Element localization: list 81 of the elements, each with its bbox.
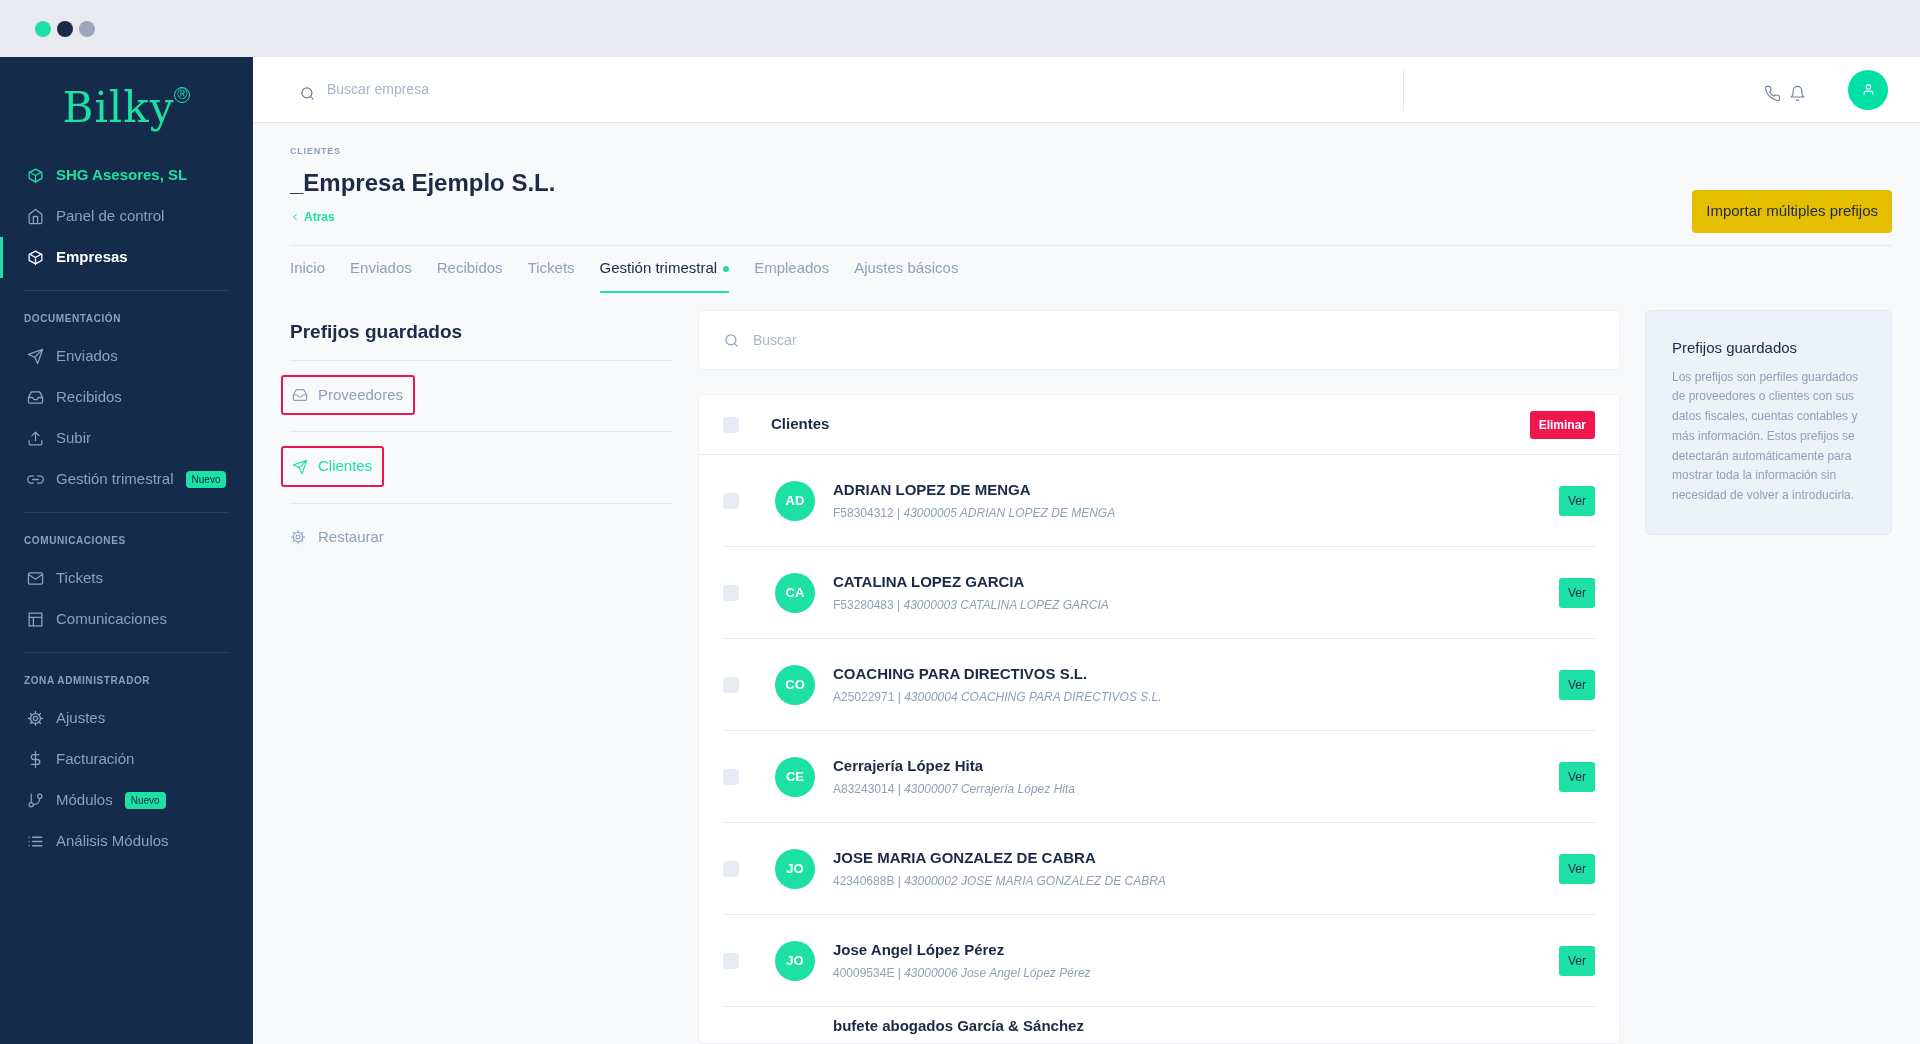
panel-description: Los prefijos son perfiles guardados de proveedores o clientes con sus datos fiscales, cuentas contables y más información. Estos prefijos se detectarán automáticamente para mostrar toda la información sin necesidad de volver a introducirla. — [1672, 368, 1860, 505]
sidebar-item[interactable]: Análisis Módulos — [0, 821, 253, 862]
sidebar-item[interactable]: Panel de control — [0, 196, 253, 237]
client-details: A83243014 | 43000007 Cerrajería López Hita — [833, 781, 1075, 799]
sidebar-item[interactable]: Empresas — [0, 237, 253, 278]
client-details: 40009534E | 43000006 Jose Angel López Pérez — [833, 965, 1091, 983]
sidebar-item[interactable]: Recibidos — [0, 377, 253, 418]
view-button[interactable]: Ver — [1559, 577, 1595, 608]
client-name: Cerrajería López Hita — [833, 755, 985, 776]
upload-icon — [27, 430, 44, 447]
client-name: bufete abogados García & Sánchez — [833, 1016, 1084, 1036]
settings-icon — [290, 529, 306, 546]
view-button[interactable]: Ver — [1559, 485, 1595, 516]
client-name: COACHING PARA DIRECTIVOS S.L. — [833, 663, 1089, 684]
client-name: ADRIAN LOPEZ DE MENGA — [833, 479, 1032, 500]
search-icon — [300, 86, 315, 102]
sidebar-item[interactable]: Enviados — [0, 336, 253, 377]
client-name: JOSE MARIA GONZALEZ DE CABRA — [833, 847, 1097, 868]
section-title: Prefijos guardados — [290, 321, 463, 342]
section-heading: ZONA ADMINISTRADOR — [24, 675, 151, 686]
section-heading: DOCUMENTACIÓN — [24, 313, 122, 324]
sidebar-item[interactable]: Ajustes — [0, 698, 253, 739]
client-details: 42340688B | 43000002 JOSE MARIA GONZALEZ DE CABRA — [833, 873, 1166, 891]
checkbox[interactable] — [723, 952, 739, 969]
client-name: Jose Angel López Pérez — [833, 939, 1006, 960]
sidebar-item[interactable]: Facturación — [0, 739, 253, 780]
window-control[interactable] — [57, 20, 73, 37]
cube-icon — [27, 249, 44, 266]
view-button[interactable]: Ver — [1559, 669, 1595, 700]
layout-icon — [27, 611, 44, 628]
client-name: CATALINA LOPEZ GARCIA — [833, 571, 1026, 592]
view-button[interactable]: Ver — [1559, 761, 1595, 792]
sidebar-item[interactable]: Tickets — [0, 558, 253, 599]
checkbox[interactable] — [723, 584, 739, 601]
user-avatar[interactable] — [1848, 69, 1888, 110]
checkbox[interactable] — [723, 676, 739, 693]
checkbox[interactable] — [723, 492, 739, 509]
search-icon — [724, 333, 739, 349]
new-badge: Nuevo — [185, 471, 227, 488]
delete-button[interactable]: Eliminar — [1529, 410, 1595, 439]
import-button[interactable]: Importar múltiples prefijos — [1692, 190, 1892, 233]
initials-avatar: CA — [775, 572, 815, 613]
chevron-left-icon — [290, 211, 300, 222]
branch-icon — [27, 792, 44, 809]
initials-avatar: JO — [775, 848, 815, 889]
mail-icon — [27, 570, 44, 587]
phone-icon — [1764, 85, 1781, 103]
client-details: F58304312 | 43000005 ADRIAN LOPEZ DE MENGA — [833, 505, 1116, 523]
initials-avatar: CE — [775, 756, 815, 797]
section-heading: COMUNICACIONES — [24, 535, 126, 546]
breadcrumb: CLIENTES — [290, 146, 341, 156]
cube-icon — [27, 167, 44, 184]
view-button[interactable]: Ver — [1559, 853, 1595, 884]
sidebar-item[interactable]: SHG Asesores, SL — [0, 155, 253, 196]
view-button[interactable]: Ver — [1559, 945, 1595, 976]
inbox-icon — [27, 389, 44, 406]
sidebar-item[interactable]: Gestión trimestral Nuevo — [0, 459, 253, 500]
checkbox[interactable] — [723, 416, 739, 433]
checkbox[interactable] — [723, 860, 739, 877]
page-title: _Empresa Ejemplo S.L. — [290, 168, 556, 196]
checkbox[interactable] — [723, 768, 739, 785]
new-badge: Nuevo — [124, 792, 166, 809]
list-heading: Clientes — [771, 414, 830, 435]
tab[interactable]: Gestión trimestral — [599, 245, 730, 293]
paper-plane-icon — [292, 458, 308, 475]
home-icon — [27, 208, 44, 225]
settings-icon — [27, 710, 44, 727]
panel-title: Prefijos guardados — [1672, 338, 1799, 358]
paper-plane-icon — [27, 348, 44, 365]
initials-avatar: AD — [775, 480, 815, 521]
client-details: F53280483 | 43000003 CATALINA LOPEZ GARCIA — [833, 597, 1109, 615]
initials-avatar: JO — [775, 940, 815, 981]
sidebar-item[interactable]: Subir — [0, 418, 253, 459]
sidebar-item[interactable]: Módulos Nuevo — [0, 780, 253, 821]
search-field[interactable]: Buscar empresa — [325, 78, 725, 101]
sidebar-item[interactable]: Comunicaciones — [0, 599, 253, 640]
inbox-icon — [292, 387, 308, 404]
client-details: A25022971 | 43000004 COACHING PARA DIRECTIVOS S.L. — [833, 689, 1162, 707]
initials-avatar: CO — [775, 664, 815, 705]
user-icon — [1861, 83, 1875, 96]
bell-icon — [1789, 85, 1806, 103]
